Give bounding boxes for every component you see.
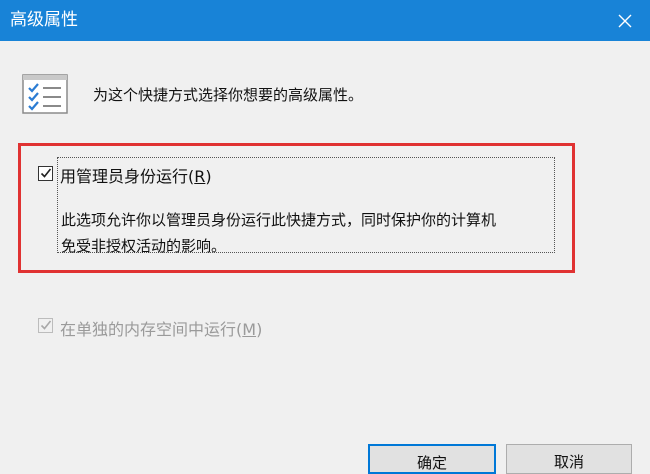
run-as-admin-access-key: R: [194, 167, 206, 186]
title-bar: 高级属性: [0, 0, 650, 41]
separate-memory-label[interactable]: 在单独的内存空间中运行(M): [60, 316, 262, 340]
run-as-admin-label-text: 用管理员身份运行(: [60, 167, 195, 186]
cancel-button[interactable]: 取消: [506, 444, 632, 474]
checklist-icon: [22, 74, 68, 114]
close-icon: [618, 14, 632, 27]
separate-memory-label-text: 在单独的内存空间中运行(: [60, 320, 243, 339]
close-button[interactable]: [600, 0, 650, 41]
checkmark-icon: [40, 320, 52, 330]
description-line-1: 此选项允许你以管理员身份运行此快捷方式，同时保护你的计算机: [61, 211, 497, 229]
window-title: 高级属性: [10, 10, 78, 30]
description-line-2: 免受非授权活动的影响。: [61, 237, 227, 255]
separate-memory-access-key: M: [242, 320, 257, 339]
ok-button[interactable]: 确定: [368, 444, 496, 474]
run-as-admin-description: 此选项允许你以管理员身份运行此快捷方式，同时保护你的计算机 免受非授权活动的影响…: [61, 207, 553, 259]
checkmark-icon: [40, 168, 52, 178]
run-as-admin-label[interactable]: 用管理员身份运行(R): [60, 163, 212, 187]
run-as-admin-checkbox[interactable]: [38, 166, 53, 181]
header-description: 为这个快捷方式选择你想要的高级属性。: [93, 86, 364, 104]
separate-memory-label-close: ): [256, 320, 263, 339]
run-as-admin-label-close: ): [205, 167, 212, 186]
separate-memory-checkbox[interactable]: [38, 318, 53, 333]
